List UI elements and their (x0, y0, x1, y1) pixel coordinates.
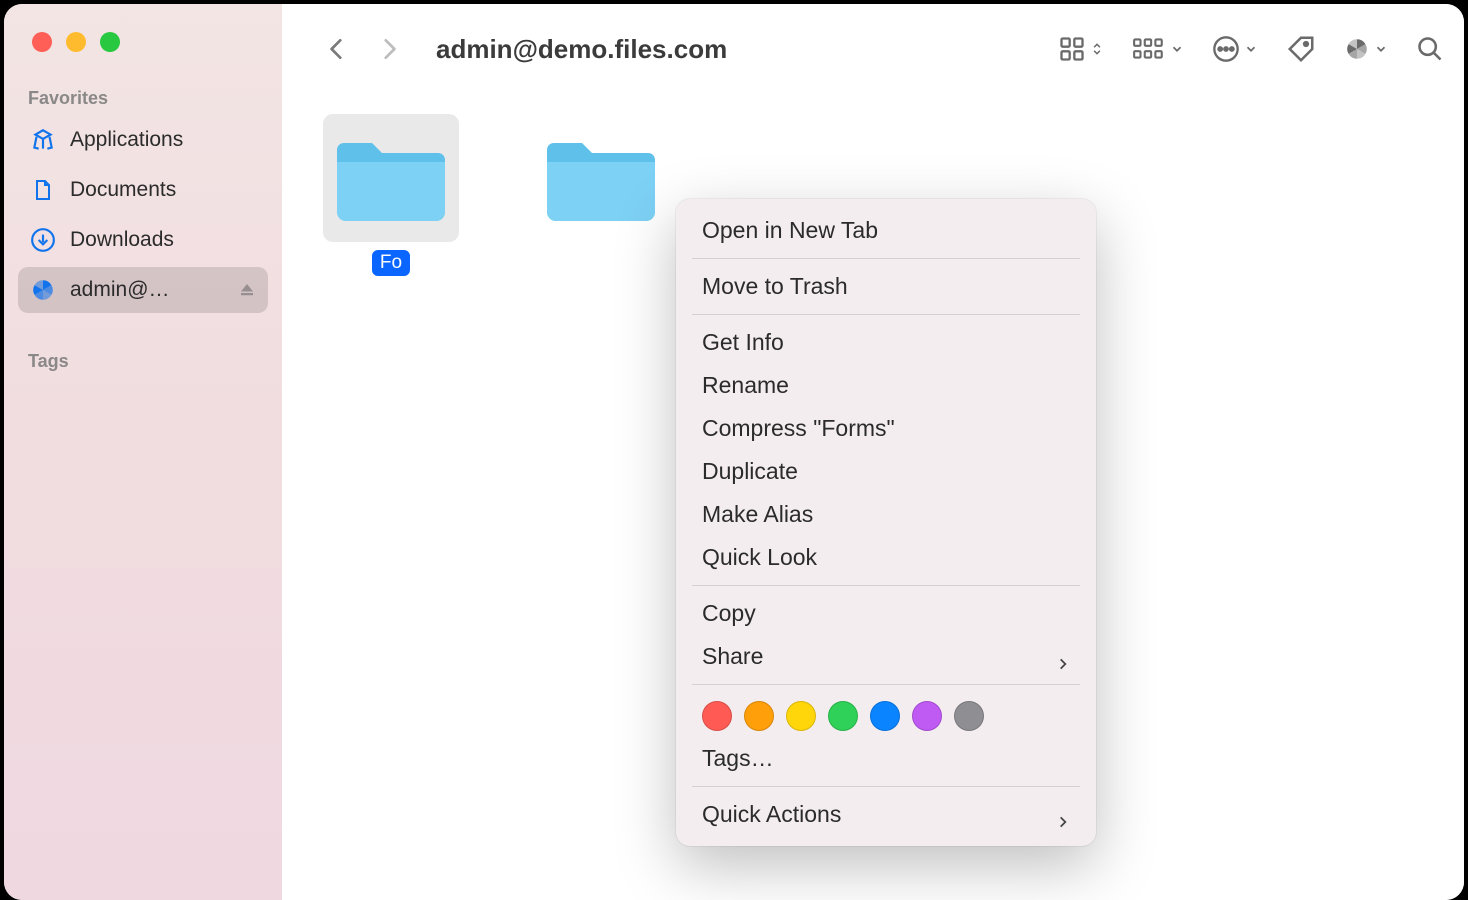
menu-share[interactable]: Share (676, 635, 1096, 678)
minimize-button[interactable] (66, 32, 86, 52)
sidebar-item-documents[interactable]: Documents (18, 167, 268, 213)
tag-color-row (676, 691, 1096, 737)
folder-icon (533, 114, 669, 242)
path-title: admin@demo.files.com (436, 34, 727, 65)
group-button[interactable] (1132, 36, 1184, 62)
folder-icon (323, 114, 459, 242)
forward-button[interactable] (374, 34, 404, 64)
toolbar-right (1058, 34, 1444, 64)
sidebar-item-label: Documents (70, 178, 256, 202)
folder-item[interactable] (526, 114, 676, 254)
tag-purple[interactable] (912, 701, 942, 731)
menu-get-info[interactable]: Get Info (676, 321, 1096, 364)
menu-separator (692, 786, 1080, 787)
eject-icon[interactable] (238, 281, 256, 299)
menu-copy[interactable]: Copy (676, 592, 1096, 635)
tag-red[interactable] (702, 701, 732, 731)
tag-blue[interactable] (870, 701, 900, 731)
fullscreen-button[interactable] (100, 32, 120, 52)
pinwheel-icon (30, 277, 56, 303)
main-area: admin@demo.files.com (282, 4, 1464, 900)
folder-label (593, 250, 609, 254)
tag-green[interactable] (828, 701, 858, 731)
sidebar-item-label: Downloads (70, 228, 256, 252)
tags-button[interactable] (1286, 34, 1316, 64)
document-icon (30, 177, 56, 203)
tag-orange[interactable] (744, 701, 774, 731)
tag-yellow[interactable] (786, 701, 816, 731)
menu-open-new-tab[interactable]: Open in New Tab (676, 209, 1096, 252)
toolbar: admin@demo.files.com (282, 4, 1464, 94)
menu-make-alias[interactable]: Make Alias (676, 493, 1096, 536)
menu-quick-actions[interactable]: Quick Actions (676, 793, 1096, 836)
folder-label: Fo (372, 250, 410, 276)
back-button[interactable] (322, 34, 352, 64)
action-menu-button[interactable] (1212, 35, 1258, 63)
finder-window: Favorites Applications Documents Downloa… (4, 4, 1464, 900)
menu-separator (692, 258, 1080, 259)
tag-gray[interactable] (954, 701, 984, 731)
sidebar: Favorites Applications Documents Downloa… (4, 4, 282, 900)
context-menu: Open in New Tab Move to Trash Get Info R… (676, 199, 1096, 846)
menu-rename[interactable]: Rename (676, 364, 1096, 407)
view-icons-button[interactable] (1058, 35, 1104, 63)
menu-quick-look[interactable]: Quick Look (676, 536, 1096, 579)
menu-tags[interactable]: Tags… (676, 737, 1096, 780)
chevron-right-icon (1056, 808, 1070, 822)
menu-separator (692, 684, 1080, 685)
window-controls (18, 22, 268, 82)
sidebar-item-label: Applications (70, 128, 256, 152)
nav-buttons (322, 34, 404, 64)
sidebar-item-downloads[interactable]: Downloads (18, 217, 268, 263)
download-icon (30, 227, 56, 253)
apps-icon (30, 127, 56, 153)
menu-duplicate[interactable]: Duplicate (676, 450, 1096, 493)
menu-separator (692, 314, 1080, 315)
close-button[interactable] (32, 32, 52, 52)
pinwheel-button[interactable] (1344, 36, 1388, 62)
search-button[interactable] (1416, 35, 1444, 63)
menu-compress[interactable]: Compress "Forms" (676, 407, 1096, 450)
sidebar-item-label: admin@… (70, 278, 224, 302)
sidebar-item-applications[interactable]: Applications (18, 117, 268, 163)
chevron-right-icon (1056, 650, 1070, 664)
folder-item[interactable]: Fo (316, 114, 466, 276)
sidebar-item-mounted-drive[interactable]: admin@… (18, 267, 268, 313)
menu-separator (692, 585, 1080, 586)
sidebar-section-favorites: Favorites (18, 82, 268, 117)
menu-move-to-trash[interactable]: Move to Trash (676, 265, 1096, 308)
sidebar-section-tags: Tags (18, 345, 268, 380)
